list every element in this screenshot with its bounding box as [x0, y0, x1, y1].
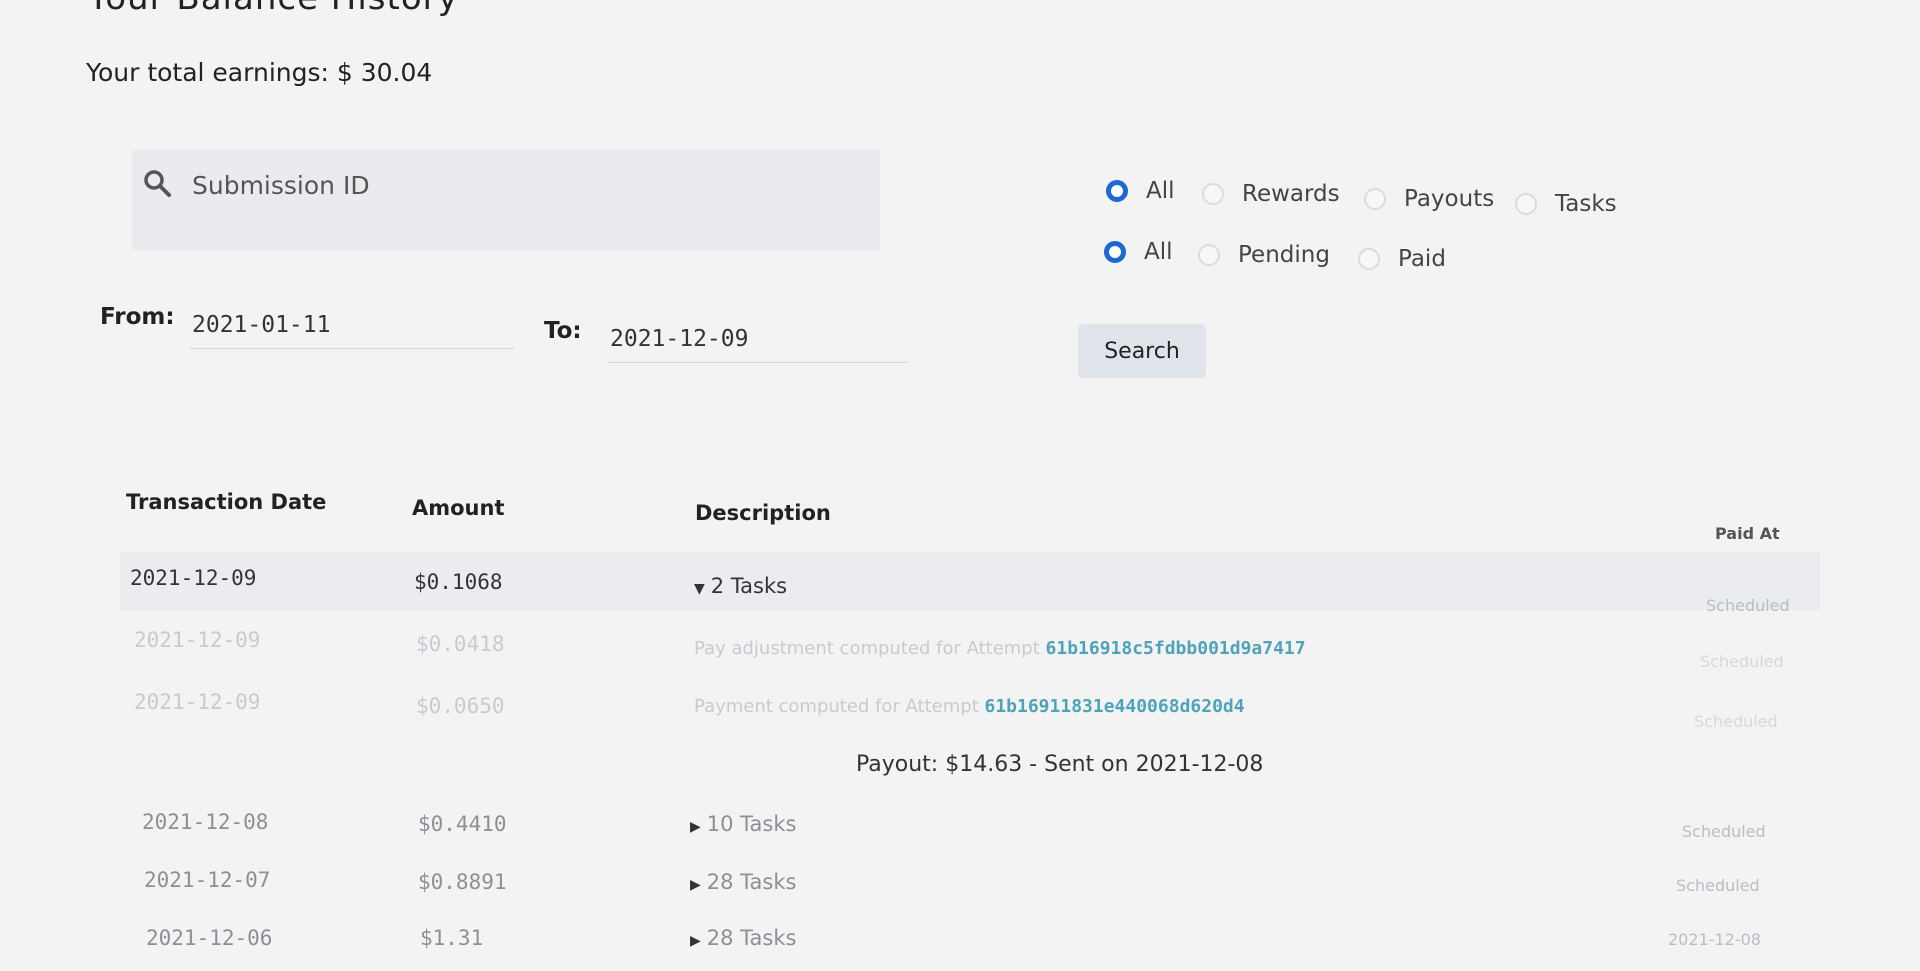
attempt-link[interactable]: 61b16918c5fdbb001d9a7417: [1046, 638, 1306, 659]
row-paid-at: Scheduled: [1694, 712, 1778, 731]
row-paid-at: Scheduled: [1700, 652, 1784, 671]
row-description-toggle[interactable]: ▼ 2 Tasks: [694, 574, 787, 598]
row-description-toggle[interactable]: ▶ 28 Tasks: [690, 870, 796, 894]
row-description: Pay adjustment computed for Attempt 61b1…: [694, 638, 1306, 659]
column-header-amount: Amount: [412, 496, 505, 520]
from-date-input[interactable]: [190, 302, 514, 349]
radio-label: Paid: [1398, 246, 1446, 272]
row-date: 2021-12-07: [144, 868, 271, 892]
type-filter-payouts[interactable]: Payouts: [1364, 184, 1494, 214]
column-header-paid-at: Paid At: [1715, 524, 1780, 543]
row-description: 10 Tasks: [706, 812, 797, 836]
caret-down-icon: ▼: [694, 581, 705, 597]
radio-button[interactable]: [1358, 248, 1380, 270]
type-filter-rewards[interactable]: Rewards: [1202, 179, 1340, 209]
row-description: Payment computed for Attempt 61b16911831…: [694, 696, 1245, 717]
to-date-input[interactable]: [608, 316, 908, 363]
caret-right-icon: ▶: [690, 819, 701, 835]
radio-label: Tasks: [1555, 191, 1617, 217]
search-input[interactable]: [190, 164, 794, 206]
row-amount: $0.4410: [418, 812, 507, 836]
column-header-transaction-date: Transaction Date: [126, 490, 327, 514]
row-amount: $0.0650: [416, 694, 505, 718]
status-filter-pending[interactable]: Pending: [1198, 240, 1330, 270]
row-paid-at: 2021-12-08: [1668, 930, 1761, 949]
radio-label: All: [1146, 178, 1175, 204]
attempt-link[interactable]: 61b16911831e440068d620d4: [985, 696, 1245, 717]
row-amount: $1.31: [420, 926, 484, 950]
row-date: 2021-12-09: [134, 628, 261, 652]
payout-summary: Payout: $14.63 - Sent on 2021-12-08: [856, 752, 1264, 777]
radio-label: Pending: [1238, 242, 1330, 268]
row-paid-at: Scheduled: [1676, 876, 1760, 895]
radio-button[interactable]: [1364, 188, 1386, 210]
search-icon: [142, 168, 172, 198]
row-description: 28 Tasks: [706, 926, 797, 950]
total-earnings: Your total earnings: $ 30.04: [86, 58, 433, 87]
row-paid-at: Scheduled: [1682, 822, 1766, 841]
row-highlight: [120, 552, 1820, 610]
row-amount: $0.1068: [414, 570, 503, 594]
row-amount: $0.8891: [418, 870, 507, 894]
row-description: 28 Tasks: [706, 870, 797, 894]
radio-button[interactable]: [1106, 180, 1128, 202]
caret-right-icon: ▶: [690, 933, 701, 949]
radio-label: All: [1144, 239, 1173, 265]
radio-label: Payouts: [1404, 186, 1495, 212]
row-date: 2021-12-08: [142, 810, 269, 834]
page-title: Your Balance History: [88, 0, 459, 18]
row-date: 2021-12-06: [146, 926, 273, 950]
row-date: 2021-12-09: [134, 690, 261, 714]
row-date: 2021-12-09: [130, 566, 257, 590]
radio-button[interactable]: [1104, 241, 1126, 263]
type-filter-all[interactable]: All: [1106, 176, 1175, 206]
status-filter-paid[interactable]: Paid: [1358, 244, 1446, 274]
column-header-description: Description: [695, 501, 831, 525]
radio-button[interactable]: [1515, 193, 1537, 215]
from-label: From:: [100, 304, 175, 330]
radio-label: Rewards: [1242, 181, 1340, 207]
row-paid-at: Scheduled: [1706, 596, 1790, 615]
radio-button[interactable]: [1198, 244, 1220, 266]
radio-button[interactable]: [1202, 183, 1224, 205]
row-amount: $0.0418: [416, 632, 505, 656]
row-description-toggle[interactable]: ▶ 28 Tasks: [690, 926, 796, 950]
status-filter-all[interactable]: All: [1104, 237, 1173, 267]
to-label: To:: [544, 318, 582, 344]
row-description-toggle[interactable]: ▶ 10 Tasks: [690, 812, 796, 836]
type-filter-tasks[interactable]: Tasks: [1515, 189, 1617, 219]
caret-right-icon: ▶: [690, 877, 701, 893]
row-description: 2 Tasks: [710, 574, 788, 598]
search-button[interactable]: Search: [1078, 324, 1206, 378]
